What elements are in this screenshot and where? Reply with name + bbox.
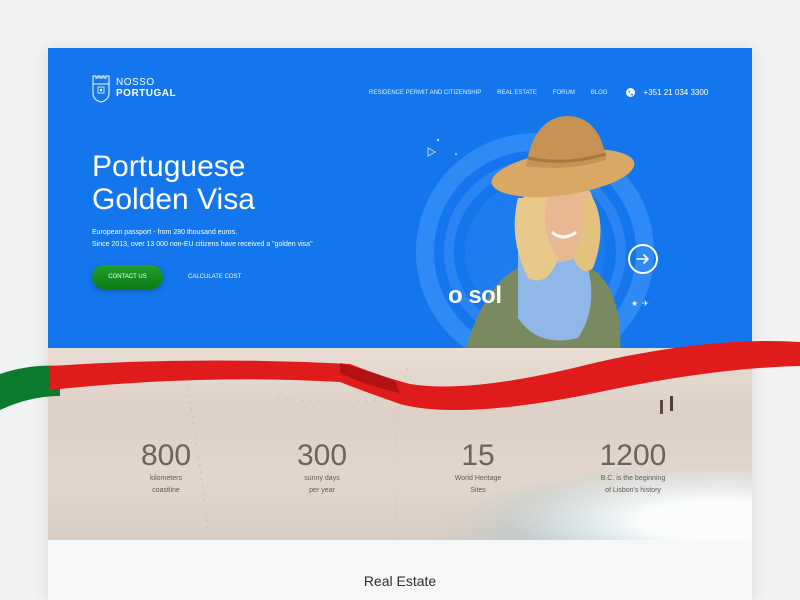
stat-label-2: coastline bbox=[152, 487, 180, 494]
stat-label-1: World Heritage bbox=[454, 475, 502, 482]
stat-coastline: 800 kilometers coastline bbox=[111, 440, 221, 496]
real-estate-heading: Real Estate bbox=[363, 573, 437, 589]
plane-icon: ✈ bbox=[642, 299, 649, 308]
stat-number: 300 bbox=[296, 439, 348, 472]
stat-number: 1200 bbox=[599, 439, 667, 472]
arrow-right-icon bbox=[636, 254, 649, 264]
hero-section: NOSSO PORTUGAL Residence permit and citi… bbox=[48, 48, 752, 388]
hero-tagline: o sol bbox=[448, 282, 502, 309]
stat-number: 800 bbox=[140, 439, 192, 472]
page-card: NOSSO PORTUGAL Residence permit and citi… bbox=[48, 48, 752, 600]
next-slide-button[interactable] bbox=[628, 244, 658, 274]
star-icon: ★ bbox=[631, 299, 639, 308]
play-icon bbox=[427, 147, 437, 157]
bottom-section bbox=[48, 540, 752, 600]
stat-label-1: B.C. is the beginning bbox=[600, 475, 666, 482]
stat-sunny-days: 300 sunny days per year bbox=[267, 440, 377, 496]
mini-icons: ★ ✈ bbox=[631, 299, 649, 308]
stat-label-2: Sites bbox=[470, 487, 486, 494]
hero-visual bbox=[416, 116, 654, 378]
stat-lisbon-history: 1200 B.C. is the beginning of Lisbon's h… bbox=[578, 440, 688, 496]
stat-heritage-sites: 15 World Heritage Sites bbox=[423, 440, 533, 496]
stat-label-2: per year bbox=[309, 487, 335, 494]
stat-label-2: of Lisbon's history bbox=[605, 487, 661, 494]
people-figures bbox=[660, 396, 673, 414]
stat-label-1: kilometers bbox=[150, 475, 182, 482]
stat-label-1: sunny days bbox=[304, 475, 340, 482]
stat-number: 15 bbox=[461, 439, 495, 472]
